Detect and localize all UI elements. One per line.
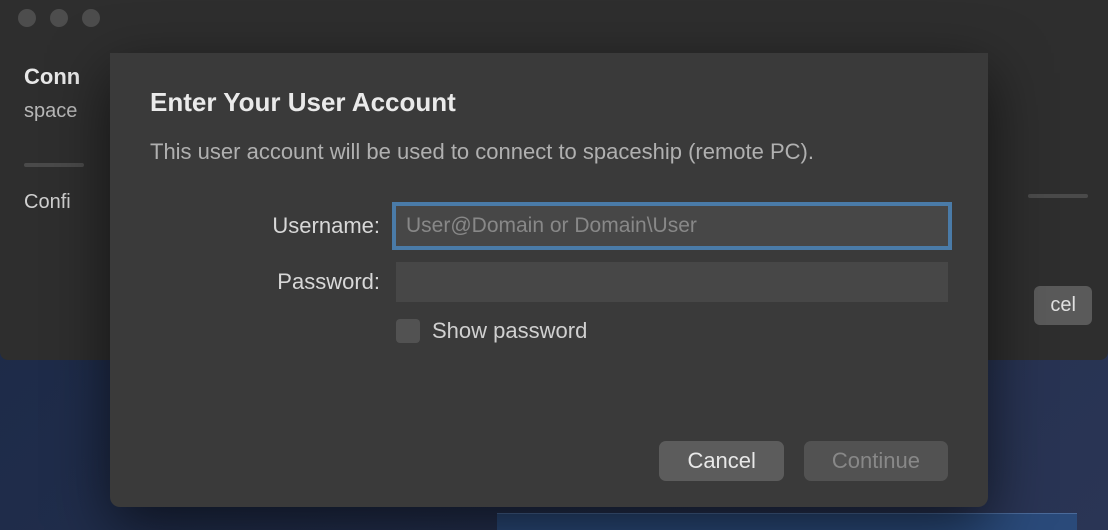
username-input[interactable] <box>396 206 948 246</box>
username-label: Username: <box>150 213 396 239</box>
modal-description: This user account will be used to connec… <box>150 136 948 168</box>
cancel-button[interactable]: Cancel <box>659 441 783 481</box>
background-divider-right <box>1028 194 1088 198</box>
show-password-checkbox[interactable] <box>396 319 420 343</box>
modal-button-row: Cancel Continue <box>659 441 948 481</box>
window-titlebar <box>0 0 1108 36</box>
password-row: Password: <box>150 262 948 302</box>
background-divider <box>24 163 84 167</box>
password-input[interactable] <box>396 262 948 302</box>
credentials-modal: Enter Your User Account This user accoun… <box>110 53 988 507</box>
background-cancel-partial: cel <box>1034 286 1092 325</box>
minimize-window-button[interactable] <box>50 9 68 27</box>
close-window-button[interactable] <box>18 9 36 27</box>
show-password-row: Show password <box>396 318 948 344</box>
password-label: Password: <box>150 269 396 295</box>
username-row: Username: <box>150 206 948 246</box>
show-password-label: Show password <box>432 318 587 344</box>
continue-button[interactable]: Continue <box>804 441 948 481</box>
zoom-window-button[interactable] <box>82 9 100 27</box>
modal-title: Enter Your User Account <box>150 87 948 118</box>
background-desktop-edge <box>497 513 1077 530</box>
